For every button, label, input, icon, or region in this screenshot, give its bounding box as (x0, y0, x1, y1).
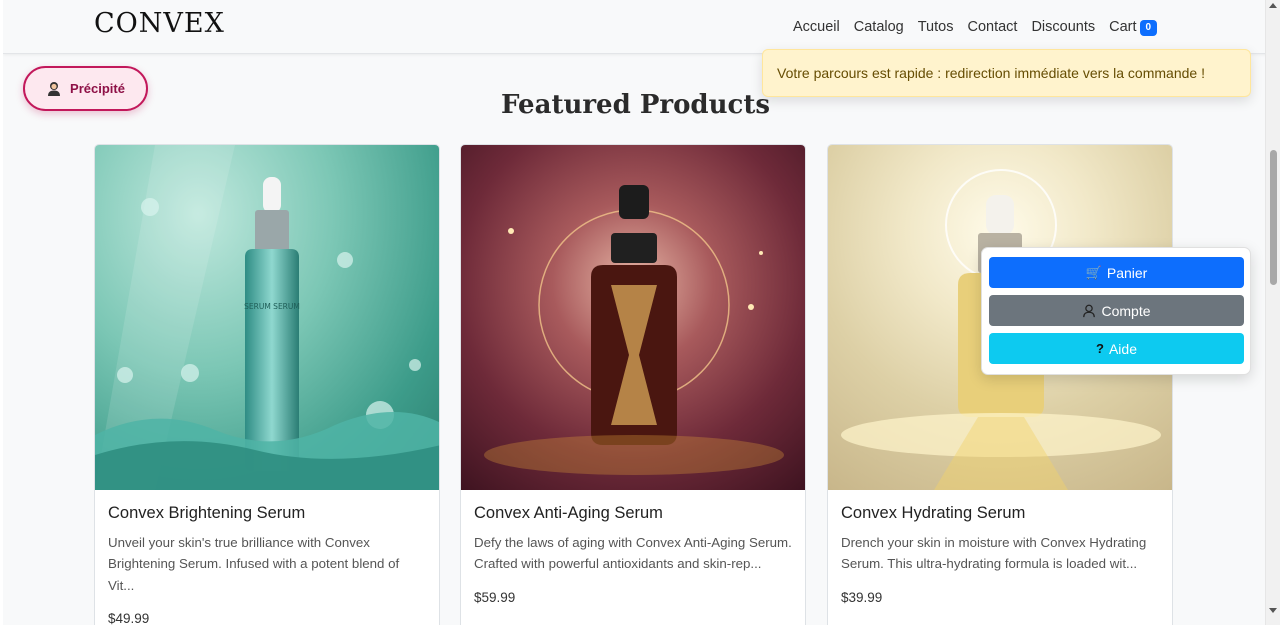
cart-button-label: Panier (1106, 264, 1148, 281)
product-name[interactable]: Convex Brightening Serum (108, 504, 426, 523)
cart-button[interactable]: 🛒 Panier (989, 257, 1244, 288)
help-button-label: Aide (1108, 340, 1137, 357)
product-price: $39.99 (841, 589, 883, 605)
cart-count-badge: 0 (1139, 20, 1158, 36)
account-button[interactable]: Compte (989, 295, 1244, 326)
question-icon: ? (1096, 341, 1104, 356)
brand-logo[interactable]: CONVEX (94, 8, 225, 39)
product-card-body: Convex Brightening Serum Unveil your ski… (95, 490, 439, 625)
nav-link-catalog[interactable]: Catalog (854, 17, 904, 37)
product-card-body: Convex Anti-Aging Serum Defy the laws of… (461, 490, 805, 605)
cart-icon: 🛒 (1085, 264, 1102, 280)
cart-label: Cart (1109, 19, 1137, 35)
nav-link-accueil[interactable]: Accueil (793, 17, 840, 37)
navbar: CONVEX Accueil Catalog Tutos Contact Dis… (3, 0, 1265, 54)
scrollbar-thumb[interactable] (1270, 150, 1277, 285)
nav-link-tutos[interactable]: Tutos (918, 17, 954, 37)
product-card[interactable]: Convex Anti-Aging Serum Defy the laws of… (460, 144, 806, 625)
product-description: Defy the laws of aging with Convex Anti-… (474, 535, 792, 572)
product-name[interactable]: Convex Anti-Aging Serum (474, 504, 792, 523)
product-name[interactable]: Convex Hydrating Serum (841, 504, 1159, 523)
product-description: Unveil your skin's true brilliance with … (108, 535, 400, 593)
nav-link-cart[interactable]: Cart 0 (1109, 17, 1158, 37)
product-price: $59.99 (474, 589, 516, 605)
product-description: Drench your skin in moisture with Convex… (841, 535, 1147, 572)
redirect-toast: Votre parcours est rapide : redirection … (762, 49, 1251, 97)
nav-link-discounts[interactable]: Discounts (1031, 17, 1095, 37)
vertical-scrollbar[interactable] (1265, 0, 1280, 625)
hourglass-bottle-illustration (484, 185, 784, 475)
page: CONVEX Accueil Catalog Tutos Contact Dis… (0, 0, 1265, 625)
nav-link-contact[interactable]: Contact (967, 17, 1017, 37)
scroll-down-arrow-icon[interactable] (1269, 608, 1277, 613)
product-card-body: Convex Hydrating Serum Drench your skin … (828, 490, 1172, 605)
account-icon (1083, 304, 1096, 317)
bottle-label: SERUM SERUM (244, 302, 300, 311)
serum-bottle-illustration: SERUM SERUM (95, 145, 439, 490)
scroll-up-arrow-icon[interactable] (1269, 3, 1277, 8)
account-button-label: Compte (1101, 302, 1151, 319)
nav-menu: Accueil Catalog Tutos Contact Discounts … (793, 17, 1171, 37)
help-button[interactable]: ? Aide (989, 333, 1244, 364)
product-image[interactable] (461, 145, 805, 490)
product-price: $49.99 (108, 610, 150, 625)
product-card[interactable]: Convex Hydrating Serum Drench your skin … (827, 144, 1173, 625)
quick-actions-menu: 🛒 Panier Compte ? Aide (981, 247, 1251, 375)
product-card[interactable]: SERUM SERUM Convex Brightening Serum Unv… (94, 144, 440, 625)
product-image[interactable]: SERUM SERUM (95, 145, 439, 490)
